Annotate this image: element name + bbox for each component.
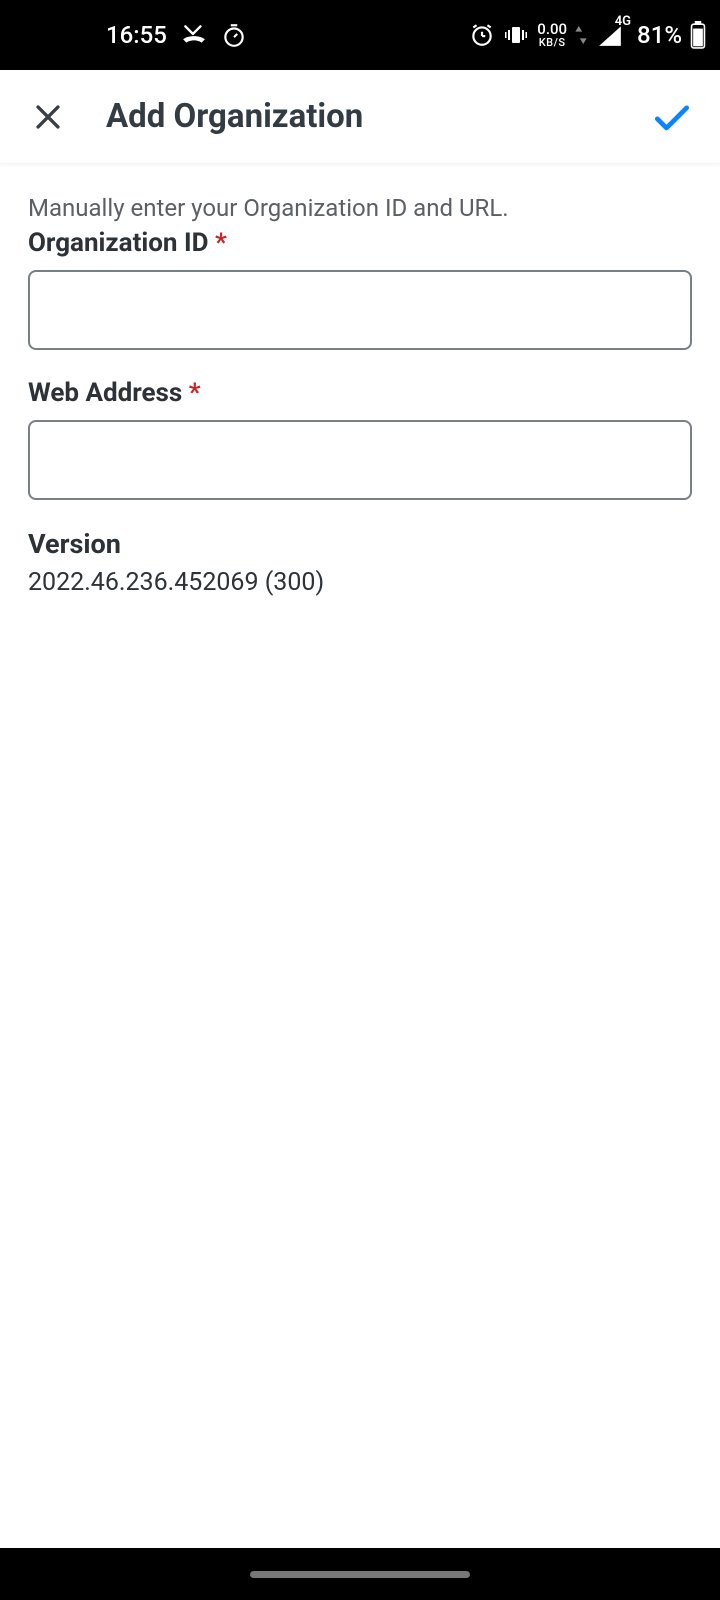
required-marker: * — [215, 228, 227, 258]
vibrate-icon — [503, 23, 529, 47]
status-time: 16:55 — [106, 21, 167, 49]
system-nav-bar — [0, 1548, 720, 1600]
org-id-label: Organization ID * — [28, 228, 692, 258]
close-icon — [31, 100, 65, 134]
web-address-field: Web Address * — [28, 378, 692, 500]
web-address-label: Web Address * — [28, 378, 692, 408]
missed-call-icon — [181, 22, 207, 48]
network-speed: 0.00 KB/S — [537, 22, 567, 48]
version-value: 2022.46.236.452069 (300) — [28, 568, 692, 597]
battery-percent: 81% — [637, 21, 682, 49]
form-content: Manually enter your Organization ID and … — [0, 164, 720, 597]
data-arrows-icon — [575, 26, 587, 44]
stopwatch-icon — [221, 22, 247, 48]
page-title: Add Organization — [106, 97, 648, 136]
confirm-button[interactable] — [648, 93, 696, 141]
org-id-field: Organization ID * — [28, 228, 692, 350]
org-id-input[interactable] — [28, 270, 692, 350]
alarm-icon — [469, 22, 495, 48]
nav-pill[interactable] — [250, 1571, 470, 1578]
close-button[interactable] — [24, 93, 72, 141]
status-bar: 16:55 — [0, 0, 720, 70]
signal-icon: 4G — [595, 22, 629, 48]
battery-icon — [690, 21, 706, 49]
required-marker: * — [189, 378, 201, 408]
web-address-input[interactable] — [28, 420, 692, 500]
intro-text: Manually enter your Organization ID and … — [28, 194, 692, 222]
check-icon — [650, 95, 694, 139]
version-label: Version — [28, 528, 692, 560]
app-bar: Add Organization — [0, 70, 720, 164]
